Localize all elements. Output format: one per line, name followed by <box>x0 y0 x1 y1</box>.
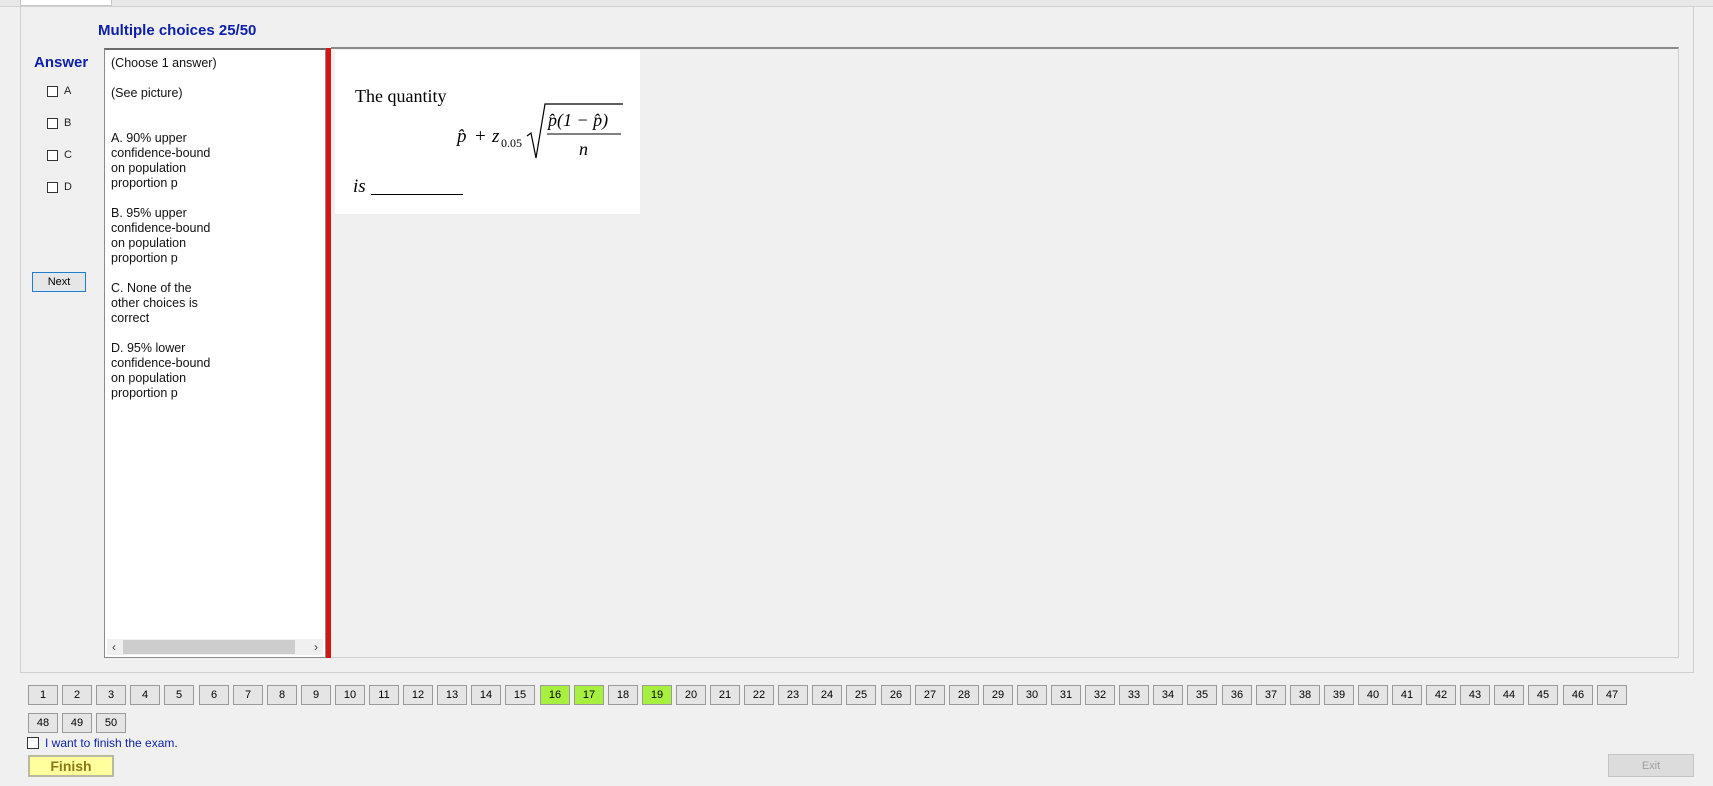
question-nav-button[interactable]: 22 <box>744 685 774 705</box>
question-nav-button[interactable]: 16 <box>540 685 570 705</box>
scroll-left-icon[interactable]: ‹ <box>107 640 121 654</box>
question-nav-button[interactable]: 20 <box>676 685 706 705</box>
choice-b-text: B. 95% upper confidence-bound on populat… <box>111 206 211 265</box>
question-nav-button[interactable]: 46 <box>1563 685 1593 705</box>
question-instruction: (Choose 1 answer) <box>111 56 217 70</box>
question-nav-button[interactable]: 29 <box>983 685 1013 705</box>
finish-checkbox[interactable] <box>27 737 39 749</box>
question-nav-button[interactable]: 8 <box>267 685 297 705</box>
formula-phat: p̂ <box>455 126 467 147</box>
question-see-picture: (See picture) <box>111 86 183 100</box>
question-nav-button[interactable]: 1 <box>28 685 58 705</box>
question-nav-button[interactable]: 49 <box>62 713 92 733</box>
question-nav-button[interactable]: 11 <box>369 685 399 705</box>
question-nav-button[interactable]: 39 <box>1324 685 1354 705</box>
question-nav-button[interactable]: 12 <box>403 685 433 705</box>
question-nav-button[interactable]: 7 <box>233 685 263 705</box>
question-nav-button[interactable]: 43 <box>1460 685 1490 705</box>
option-a-label: A <box>64 85 72 97</box>
question-nav-button[interactable]: 5 <box>164 685 194 705</box>
formula-plus: + <box>475 126 486 147</box>
question-nav-button[interactable]: 38 <box>1290 685 1320 705</box>
question-nav-button[interactable]: 24 <box>812 685 842 705</box>
option-d[interactable]: D <box>47 180 72 194</box>
question-nav-button[interactable]: 33 <box>1119 685 1149 705</box>
formula-image: p̂ + z 0.05 p̂(1 − p̂) n <box>455 103 623 159</box>
question-nav-button[interactable]: 30 <box>1017 685 1047 705</box>
question-nav-button[interactable]: 40 <box>1358 685 1388 705</box>
scroll-right-icon[interactable]: › <box>309 640 323 654</box>
question-text: (Choose 1 answer) (See picture) A. 90% u… <box>111 56 223 416</box>
question-nav-button[interactable]: 15 <box>505 685 535 705</box>
finish-button[interactable]: Finish <box>28 755 114 777</box>
question-nav-button[interactable]: 28 <box>949 685 979 705</box>
formula-numerator: p̂(1 − p̂) <box>546 110 608 131</box>
formula-z: z <box>491 126 500 147</box>
option-a[interactable]: A <box>47 84 71 98</box>
horizontal-scrollbar[interactable]: ‹ › <box>107 639 323 655</box>
question-nav-button[interactable]: 48 <box>28 713 58 733</box>
question-nav-button[interactable]: 26 <box>881 685 911 705</box>
question-nav-button[interactable]: 44 <box>1494 685 1524 705</box>
page-title: Multiple choices 25/50 <box>98 22 257 39</box>
question-nav-button[interactable]: 14 <box>471 685 501 705</box>
question-nav-button[interactable]: 13 <box>437 685 467 705</box>
option-b[interactable]: B <box>47 116 71 130</box>
option-d-checkbox[interactable] <box>47 181 58 193</box>
option-a-checkbox[interactable] <box>47 85 58 97</box>
question-nav-button[interactable]: 23 <box>778 685 808 705</box>
finish-checkbox-label: I want to finish the exam. <box>45 736 178 750</box>
question-nav-button[interactable]: 21 <box>710 685 740 705</box>
question-nav-button[interactable]: 35 <box>1187 685 1217 705</box>
picture-is: is <box>353 176 366 197</box>
question-nav-button[interactable]: 4 <box>130 685 160 705</box>
option-d-label: D <box>64 181 72 193</box>
question-text-box[interactable]: (Choose 1 answer) (See picture) A. 90% u… <box>104 48 326 658</box>
choice-a-text: A. 90% upper confidence-bound on populat… <box>111 131 211 190</box>
question-nav-button[interactable]: 10 <box>335 685 365 705</box>
formula-denominator: n <box>579 139 588 159</box>
option-b-checkbox[interactable] <box>47 117 58 129</box>
question-nav-button[interactable]: 42 <box>1426 685 1456 705</box>
scroll-thumb[interactable] <box>123 640 295 654</box>
question-nav-button[interactable]: 19 <box>642 685 672 705</box>
question-nav-button[interactable]: 2 <box>62 685 92 705</box>
question-nav-button[interactable]: 27 <box>915 685 945 705</box>
question-nav-button[interactable]: 6 <box>199 685 229 705</box>
question-nav-button[interactable]: 41 <box>1392 685 1422 705</box>
question-nav-button[interactable]: 36 <box>1222 685 1252 705</box>
question-nav-button[interactable]: 25 <box>846 685 876 705</box>
question-nav-button[interactable]: 34 <box>1153 685 1183 705</box>
choice-d-text: D. 95% lower confidence-bound on populat… <box>111 341 211 400</box>
option-c[interactable]: C <box>47 148 72 162</box>
answer-label: Answer <box>34 54 89 71</box>
answer-blank-line <box>371 194 463 195</box>
question-nav-button[interactable]: 3 <box>96 685 126 705</box>
question-nav-button[interactable]: 50 <box>96 713 126 733</box>
question-nav-button[interactable]: 47 <box>1597 685 1627 705</box>
option-b-label: B <box>64 117 72 129</box>
question-nav-button[interactable]: 17 <box>574 685 604 705</box>
question-nav-button[interactable]: 31 <box>1051 685 1081 705</box>
question-nav-button[interactable]: 45 <box>1528 685 1558 705</box>
question-nav-button[interactable]: 37 <box>1256 685 1286 705</box>
option-c-checkbox[interactable] <box>47 149 58 161</box>
question-nav-button[interactable]: 18 <box>608 685 638 705</box>
finish-confirmation[interactable]: I want to finish the exam. <box>27 736 178 750</box>
option-c-label: C <box>64 149 72 161</box>
exit-button[interactable]: Exit <box>1608 754 1694 777</box>
formula-z-subscript: 0.05 <box>501 136 522 150</box>
choice-c-text: C. None of the other choices is correct <box>111 281 198 325</box>
question-nav-button[interactable]: 32 <box>1085 685 1115 705</box>
question-picture: The quantity p̂ + z 0.05 p̂(1 − p̂) n is <box>335 50 640 214</box>
picture-intro: The quantity <box>355 86 447 106</box>
next-button[interactable]: Next <box>32 272 86 292</box>
question-nav-button[interactable]: 9 <box>301 685 331 705</box>
